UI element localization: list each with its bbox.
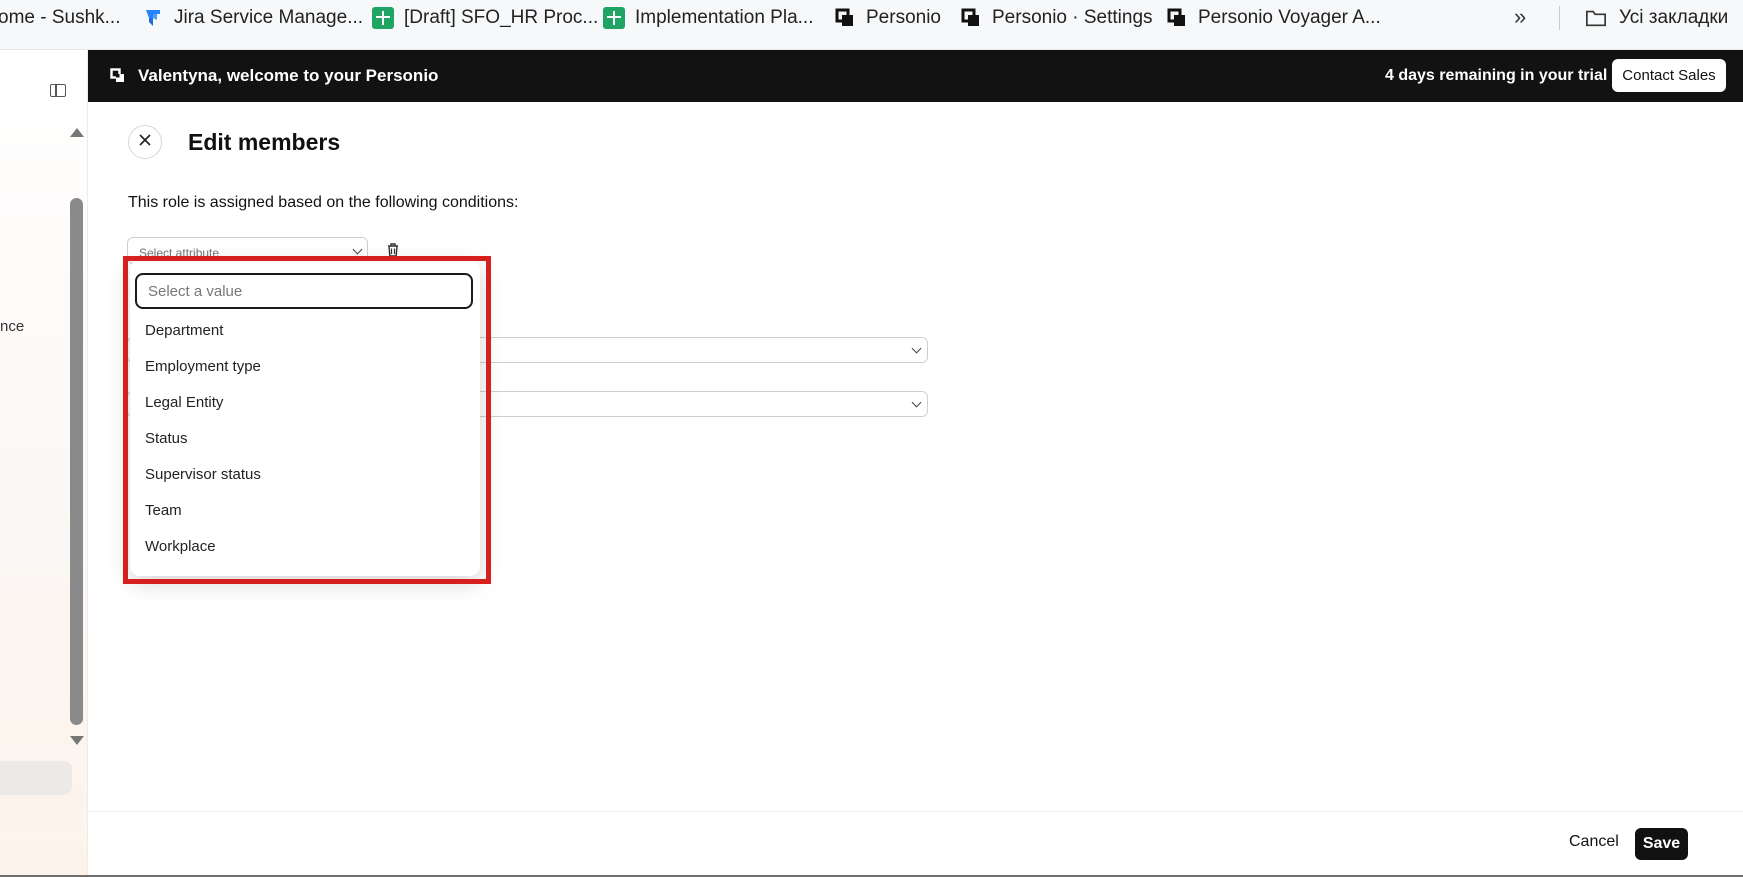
- bookmark-personio-voyager[interactable]: Personio Voyager A...: [1166, 0, 1381, 36]
- option-status[interactable]: Status: [130, 420, 480, 456]
- page-title: Edit members: [188, 129, 341, 155]
- trial-banner: Valentyna, welcome to your Personio 4 da…: [88, 50, 1743, 102]
- welcome-message: Valentyna, welcome to your Personio: [138, 66, 439, 85]
- bookmark-implementation[interactable]: Implementation Pla...: [603, 0, 813, 36]
- value-search-input[interactable]: [135, 273, 473, 309]
- chevron-down-icon: [911, 343, 922, 354]
- sidebar-toggle-icon[interactable]: [50, 84, 66, 97]
- bookmark-label: Personio: [866, 7, 941, 28]
- close-icon: [139, 133, 151, 151]
- save-button[interactable]: Save: [1635, 828, 1688, 860]
- option-team[interactable]: Team: [130, 492, 480, 528]
- bookmark-label: [Draft] SFO_HR Proc...: [404, 7, 599, 28]
- all-bookmarks-button[interactable]: Усі закладки: [1585, 0, 1728, 36]
- bookmark-label: Personio · Settings: [992, 7, 1153, 28]
- personio-icon: [1166, 7, 1188, 29]
- google-sheets-icon: [372, 7, 394, 29]
- bookmarks-bar: ome - Sushk... Jira Service Manage... [D…: [0, 0, 1743, 50]
- attribute-options-list: Department Employment type Legal Entity …: [130, 312, 480, 564]
- sidebar-active-item[interactable]: [0, 761, 72, 795]
- scrollbar-thumb[interactable]: [70, 198, 83, 725]
- trial-remaining: 4 days remaining in your trial: [1385, 67, 1608, 84]
- bookmark-label: Implementation Pla...: [635, 7, 814, 28]
- google-sheets-icon: [603, 7, 625, 29]
- bookmark-label: Jira Service Manage...: [174, 7, 364, 28]
- close-button[interactable]: [128, 125, 162, 159]
- bookmark-label: Personio Voyager A...: [1198, 7, 1381, 28]
- bookmark-item[interactable]: ome - Sushk...: [0, 0, 121, 36]
- bookmark-personio[interactable]: Personio: [834, 0, 941, 36]
- chevron-down-icon: [352, 244, 363, 255]
- bookmark-label: ome - Sushk...: [0, 7, 121, 28]
- more-bookmarks-button[interactable]: »: [1514, 4, 1526, 30]
- option-employment-type[interactable]: Employment type: [130, 348, 480, 384]
- bookmark-jira[interactable]: Jira Service Manage...: [142, 0, 363, 36]
- cancel-button[interactable]: Cancel: [1569, 833, 1619, 851]
- folder-icon: [1585, 7, 1607, 29]
- trash-icon[interactable]: [386, 242, 400, 257]
- option-workplace[interactable]: Workplace: [130, 528, 480, 564]
- conditions-description: This role is assigned based on the follo…: [128, 194, 519, 211]
- personio-logo-icon: [110, 68, 126, 84]
- option-department[interactable]: Department: [130, 312, 480, 348]
- sidebar: nce: [0, 50, 88, 877]
- personio-icon: [960, 7, 982, 29]
- contact-sales-button[interactable]: Contact Sales: [1612, 59, 1726, 92]
- all-bookmarks-label: Усі закладки: [1619, 7, 1729, 28]
- scroll-up-arrow-icon[interactable]: [70, 128, 84, 137]
- personio-icon: [834, 7, 856, 29]
- bookmark-draft-sfo[interactable]: [Draft] SFO_HR Proc...: [372, 0, 598, 36]
- attribute-select-placeholder: Select attribute: [139, 246, 220, 260]
- attribute-dropdown: Department Employment type Legal Entity …: [130, 260, 480, 576]
- footer-actions: Cancel Save: [88, 811, 1743, 877]
- scroll-down-arrow-icon[interactable]: [70, 736, 84, 745]
- bookmarks-divider: [1559, 6, 1560, 30]
- bookmark-personio-settings[interactable]: Personio · Settings: [960, 0, 1153, 36]
- option-legal-entity[interactable]: Legal Entity: [130, 384, 480, 420]
- option-supervisor-status[interactable]: Supervisor status: [130, 456, 480, 492]
- chevron-down-icon: [911, 397, 922, 408]
- jira-icon: [142, 7, 164, 29]
- sidebar-item-label[interactable]: nce: [0, 318, 24, 335]
